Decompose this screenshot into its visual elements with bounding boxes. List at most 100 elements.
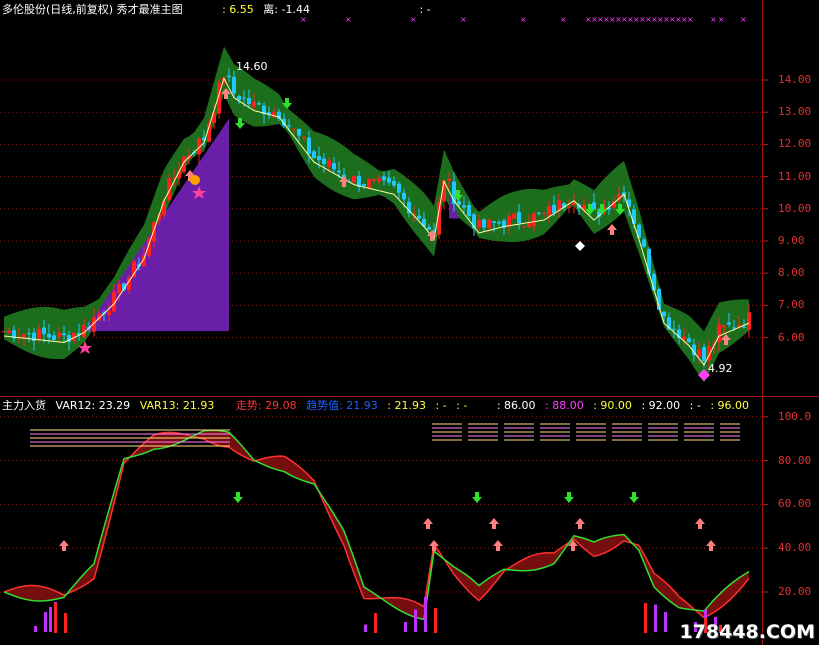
buy-arrow bbox=[489, 518, 499, 529]
candle-body bbox=[392, 180, 396, 186]
top-signal: × bbox=[718, 15, 725, 24]
v12-value: : - bbox=[689, 399, 701, 412]
buy-arrow bbox=[423, 518, 433, 529]
candle-body bbox=[532, 213, 536, 227]
candle-body bbox=[372, 178, 376, 181]
volume-bar bbox=[364, 624, 367, 632]
v8-value: : 86.00 bbox=[496, 399, 536, 412]
candle-body bbox=[642, 239, 646, 247]
trend-index-value: 趋势值: 21.93 bbox=[306, 399, 378, 412]
price-tick-label: 13.00 bbox=[778, 105, 812, 119]
candle-body bbox=[522, 226, 526, 228]
candle-body bbox=[242, 97, 246, 99]
candle-body bbox=[497, 222, 501, 224]
sub-tick-label: 100.0 bbox=[778, 409, 812, 423]
candle-body bbox=[662, 311, 666, 317]
candle-body bbox=[387, 177, 391, 183]
candle-body bbox=[42, 327, 46, 335]
v13-value: : 96.00 bbox=[710, 399, 750, 412]
candle-body bbox=[32, 332, 36, 342]
signal-bar bbox=[64, 613, 67, 633]
candle-body bbox=[402, 193, 406, 200]
candle-body bbox=[487, 219, 491, 229]
price-tick-label: 11.00 bbox=[778, 169, 812, 183]
candle-body bbox=[747, 312, 751, 330]
candle-body bbox=[382, 176, 386, 181]
candle-body bbox=[702, 347, 706, 361]
candle-body bbox=[567, 206, 571, 208]
v7-value: : - bbox=[456, 399, 468, 412]
chart-title: 多伦股份(日线,前复权) 秀才最准主图 bbox=[2, 3, 183, 16]
candle-body bbox=[482, 219, 486, 228]
candle-body bbox=[722, 325, 726, 328]
header-value-2: 离: -1.44 bbox=[263, 3, 310, 16]
candle-body bbox=[427, 226, 431, 230]
indicator-name: 主力入货 bbox=[2, 399, 46, 412]
v9-value: : 88.00 bbox=[545, 399, 584, 412]
volume-bar bbox=[424, 597, 427, 632]
candle-body bbox=[552, 204, 556, 214]
buy-arrow bbox=[695, 518, 705, 529]
diamond-marker bbox=[575, 241, 585, 251]
candle-body bbox=[22, 334, 26, 338]
candle-body bbox=[672, 328, 676, 330]
buy-arrow bbox=[59, 540, 69, 551]
candle-body bbox=[27, 333, 31, 335]
top-signal: × bbox=[710, 15, 717, 24]
candle-body bbox=[527, 223, 531, 228]
candle-body bbox=[327, 160, 331, 167]
candle-body bbox=[297, 128, 301, 136]
candle-body bbox=[547, 206, 551, 216]
candle-body bbox=[462, 205, 466, 208]
price-buy-arrow bbox=[607, 224, 617, 235]
panel-divider bbox=[0, 396, 819, 397]
price-chart[interactable]: × × × × × × × × × × × × × × × × × × × × × × × × × × × bbox=[0, 0, 819, 645]
candle-body bbox=[62, 333, 66, 336]
candle-body bbox=[57, 332, 61, 337]
v11-value: : 92.00 bbox=[641, 399, 681, 412]
candle-body bbox=[652, 273, 656, 291]
candle-body bbox=[117, 283, 121, 293]
trend-value: 走势: 29.08 bbox=[235, 399, 297, 412]
sell-arrow bbox=[564, 492, 574, 503]
trend-band bbox=[4, 46, 749, 383]
candle-body bbox=[457, 201, 461, 205]
top-signal: × bbox=[460, 15, 467, 24]
candle-body bbox=[367, 179, 371, 189]
candle-body bbox=[687, 338, 691, 343]
price-tick-label: 10.00 bbox=[778, 201, 812, 215]
watermark: 178448.COM bbox=[679, 621, 815, 643]
candle-body bbox=[537, 212, 541, 214]
candle-body bbox=[302, 137, 306, 139]
candle-body bbox=[37, 328, 41, 339]
v6-value: : - bbox=[435, 399, 447, 412]
sell-arrow bbox=[233, 492, 243, 503]
price-tick-label: 9.00 bbox=[778, 234, 805, 247]
candle-body bbox=[337, 170, 341, 173]
var13-value: VAR13: 21.93 bbox=[139, 399, 215, 412]
candle-body bbox=[2, 331, 6, 333]
candle-body bbox=[417, 215, 421, 219]
candle-body bbox=[517, 212, 521, 224]
candle-body bbox=[467, 205, 471, 217]
chart-stage[interactable]: × × × × × × × × × × × × × × × × × × × × × × × × × × × 多伦股份(日线,前复权)… bbox=[0, 0, 819, 645]
price-tick-label: 6.00 bbox=[778, 330, 805, 344]
sub-header: 主力入货 VAR12: 23.29 VAR13: 21.93 走势: 29.08… bbox=[2, 399, 755, 413]
top-signal: × bbox=[687, 15, 694, 24]
candle-body bbox=[572, 202, 576, 205]
candle-body bbox=[477, 220, 481, 228]
var13-line bbox=[3, 429, 750, 621]
candle-body bbox=[317, 156, 321, 161]
top-signal: × bbox=[740, 15, 747, 24]
buy-arrow bbox=[575, 518, 585, 529]
volume-bar bbox=[404, 622, 407, 632]
candle-body bbox=[107, 311, 111, 316]
volume-bar bbox=[49, 607, 52, 632]
candle-body bbox=[332, 163, 336, 170]
v5-value: : 21.93 bbox=[387, 399, 426, 412]
candle-body bbox=[727, 322, 731, 325]
sub-tick-label: 40.00 bbox=[778, 541, 812, 555]
candle-body bbox=[512, 213, 516, 219]
volume-bar bbox=[44, 612, 47, 632]
low-price-label: 4.92 bbox=[708, 362, 733, 375]
